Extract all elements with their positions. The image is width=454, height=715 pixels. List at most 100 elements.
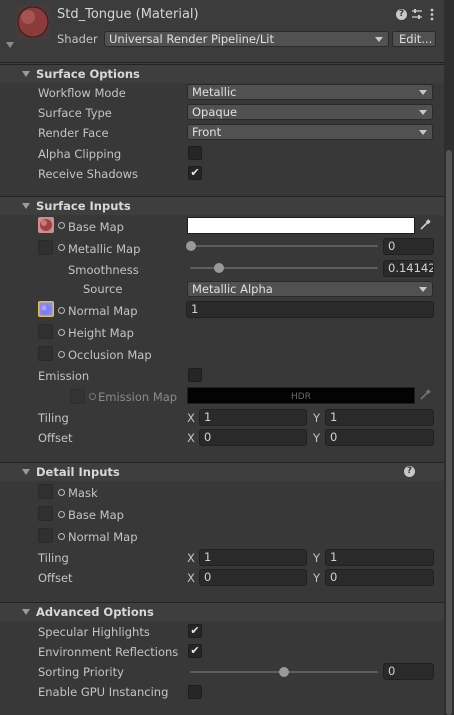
detail-inputs-header[interactable]: Detail Inputs: [0, 462, 444, 481]
object-picker-icon[interactable]: [58, 329, 65, 336]
checkmark-icon: ✔: [190, 166, 200, 179]
field-value: 0.14142: [388, 261, 434, 275]
normal-map-strength-field[interactable]: 1: [186, 301, 434, 318]
advanced-options-header[interactable]: Advanced Options: [0, 602, 444, 621]
tiling-x-field[interactable]: 1: [199, 409, 307, 426]
specular-highlights-checkbox[interactable]: ✔: [188, 624, 202, 638]
detail-tiling-x-field[interactable]: 1: [199, 549, 307, 566]
height-map-label: Height Map: [68, 326, 134, 340]
source-dropdown[interactable]: Metallic Alpha: [187, 281, 433, 297]
base-map-label: Base Map: [68, 220, 124, 234]
offset-x-field[interactable]: 0: [199, 429, 307, 446]
shader-value: Universal Render Pipeline/Lit: [109, 32, 274, 46]
detail-tiling-y-label: Y: [313, 551, 321, 565]
specular-highlights-label: Specular Highlights: [38, 625, 150, 639]
section-title: Surface Options: [36, 67, 140, 81]
detail-offset-x-field[interactable]: 0: [199, 569, 307, 586]
metallic-slider-track[interactable]: [190, 245, 378, 247]
surface-type-dropdown[interactable]: Opaque: [187, 104, 433, 120]
offset-y-field[interactable]: 0: [325, 429, 434, 446]
detail-mask-texture-slot[interactable]: [38, 484, 53, 499]
object-picker-icon[interactable]: [58, 222, 65, 229]
field-value: 0: [204, 570, 212, 584]
detail-base-map-texture-slot[interactable]: [38, 506, 53, 521]
occlusion-map-texture-slot[interactable]: [38, 346, 53, 361]
settings-sliders-icon[interactable]: [411, 8, 423, 20]
emission-map-texture-slot: [70, 389, 85, 404]
smoothness-value-field[interactable]: 0.14142: [383, 260, 434, 277]
alpha-clipping-label: Alpha Clipping: [38, 147, 122, 161]
object-picker-icon[interactable]: [58, 533, 65, 540]
emission-map-label: Emission Map: [98, 390, 178, 404]
render-face-label: Render Face: [38, 126, 109, 140]
surface-options-header[interactable]: Surface Options: [0, 64, 444, 83]
environment-reflections-label: Environment Reflections: [38, 645, 179, 659]
chevron-down-icon: [419, 90, 427, 95]
shader-dropdown[interactable]: Universal Render Pipeline/Lit: [104, 31, 389, 47]
field-value: 1: [191, 302, 199, 316]
detail-tiling-y-field[interactable]: 1: [325, 549, 434, 566]
detail-offset-y-field[interactable]: 0: [325, 569, 434, 586]
offset-y-label: Y: [313, 431, 321, 445]
edit-shader-button[interactable]: Edit...: [392, 31, 436, 47]
object-picker-icon: [89, 393, 96, 400]
field-value: 1: [204, 550, 212, 564]
object-picker-icon[interactable]: [58, 307, 65, 314]
metallic-map-texture-slot[interactable]: [38, 240, 53, 255]
field-value: 0: [330, 570, 338, 584]
header-divider: [0, 62, 444, 63]
environment-reflections-checkbox[interactable]: ✔: [188, 644, 202, 658]
normal-map-label: Normal Map: [68, 304, 138, 318]
chevron-down-icon: [419, 130, 427, 135]
object-picker-icon[interactable]: [58, 489, 65, 496]
object-picker-icon[interactable]: [58, 351, 65, 358]
foldout-arrow-icon: [22, 469, 30, 475]
offset-label: Offset: [38, 431, 73, 445]
eyedropper-icon[interactable]: [419, 219, 431, 231]
detail-normal-map-texture-slot[interactable]: [38, 528, 53, 543]
scrollbar-thumb[interactable]: [446, 150, 452, 715]
dropdown-value: Front: [192, 125, 222, 139]
help-icon[interactable]: ?: [396, 9, 407, 20]
object-picker-icon[interactable]: [58, 511, 65, 518]
workflow-mode-label: Workflow Mode: [38, 86, 126, 100]
material-preview-thumbnail: [16, 5, 50, 39]
chevron-down-icon: [419, 110, 427, 115]
sorting-priority-value-field[interactable]: 0: [383, 663, 434, 680]
gpu-instancing-checkbox[interactable]: [188, 685, 202, 699]
field-value: 0: [204, 430, 212, 444]
section-title: Surface Inputs: [36, 199, 131, 213]
tiling-y-field[interactable]: 1: [325, 409, 434, 426]
foldout-arrow-icon: [22, 609, 30, 615]
receive-shadows-label: Receive Shadows: [38, 167, 139, 181]
collapse-arrow-icon[interactable]: [6, 42, 14, 48]
tiling-label: Tiling: [38, 411, 69, 425]
field-value: 0: [388, 239, 396, 253]
base-map-texture-slot[interactable]: [38, 217, 54, 233]
object-picker-icon[interactable]: [58, 244, 65, 251]
normal-map-texture-slot[interactable]: [38, 301, 54, 317]
metallic-value-field[interactable]: 0: [383, 238, 434, 255]
alpha-clipping-checkbox[interactable]: [188, 146, 202, 160]
help-icon[interactable]: ?: [404, 466, 415, 477]
shader-label: Shader: [57, 32, 98, 46]
metallic-slider-handle[interactable]: [186, 241, 196, 251]
offset-x-label: X: [187, 431, 195, 445]
receive-shadows-checkbox[interactable]: ✔: [188, 166, 202, 180]
occlusion-map-label: Occlusion Map: [68, 348, 152, 362]
chevron-down-icon: [419, 287, 427, 292]
emission-checkbox[interactable]: [188, 368, 202, 382]
sorting-priority-slider-handle[interactable]: [279, 667, 289, 677]
render-face-dropdown[interactable]: Front: [187, 124, 433, 140]
height-map-texture-slot[interactable]: [38, 324, 53, 339]
surface-type-label: Surface Type: [38, 106, 112, 120]
detail-tiling-label: Tiling: [38, 551, 69, 565]
dropdown-value: Metallic Alpha: [192, 282, 273, 296]
workflow-mode-dropdown[interactable]: Metallic: [187, 84, 433, 100]
base-map-color-field[interactable]: [187, 217, 415, 234]
smoothness-slider-handle[interactable]: [214, 263, 224, 273]
surface-inputs-header[interactable]: Surface Inputs: [0, 196, 444, 215]
detail-offset-x-label: X: [187, 571, 195, 585]
gpu-instancing-label: Enable GPU Instancing: [38, 685, 169, 699]
more-menu-icon[interactable]: [430, 8, 434, 21]
